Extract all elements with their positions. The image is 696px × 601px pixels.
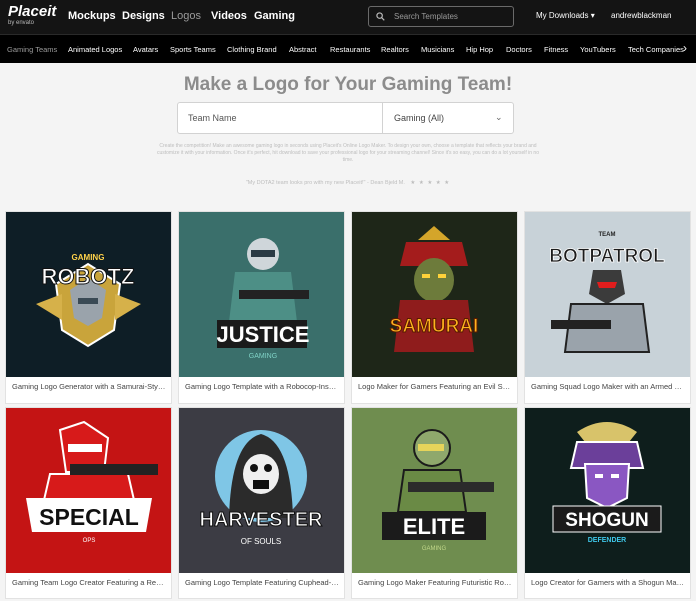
template-card[interactable]: SAMURAI Logo Maker for Gamers Featuring … (351, 211, 518, 404)
template-caption[interactable]: Gaming Logo Maker Featuring Futuristic R… (358, 578, 513, 587)
template-caption[interactable]: Gaming Team Logo Creator Featuring a Red… (12, 578, 167, 587)
review-line: "My DOTA2 team looks pro with my new Pla… (0, 180, 696, 186)
logo-text: ELITE (403, 514, 465, 539)
shogun-mask-mascot-icon: SHOGUN DEFENDER (525, 408, 690, 573)
subnav-restaurants[interactable]: Restaurants (330, 45, 370, 54)
template-card[interactable]: SPECIAL OPS Gaming Team Logo Creator Fea… (5, 407, 172, 599)
subnav-abstract[interactable]: Abstract (289, 45, 317, 54)
hero-description: Create the competition! Make an awesome … (156, 143, 539, 163)
subnav-realtors[interactable]: Realtors (381, 45, 409, 54)
template-card[interactable]: GAMING ROBOTZ Gaming Logo Generator with… (5, 211, 172, 404)
logo-text: JUSTICE (217, 322, 310, 347)
template-caption[interactable]: Logo Maker for Gamers Featuring an Evil … (358, 382, 513, 391)
template-card[interactable]: HARVESTER OF SOULS Gaming Logo Template … (178, 407, 345, 599)
my-downloads-menu[interactable]: My Downloads ▾ (536, 11, 595, 20)
template-caption[interactable]: Gaming Logo Template Featuring Cuphead-I… (185, 578, 340, 587)
search-placeholder: Search Templates (394, 12, 458, 21)
robot-mascot-icon: GAMING ROBOTZ (6, 212, 171, 377)
subnav-hip-hop[interactable]: Hip Hop (466, 45, 493, 54)
red-robot-mascot-icon: SPECIAL OPS (6, 408, 171, 573)
template-caption[interactable]: Logo Creator for Gamers with a Shogun Ma… (531, 578, 686, 587)
logo-sub-text: TEAM (599, 232, 616, 238)
nav-mockups[interactable]: Mockups (68, 10, 116, 22)
reaper-mascot-icon: HARVESTER OF SOULS (179, 408, 344, 573)
logo-sub-text: OPS (83, 538, 96, 544)
template-thumbnail[interactable]: GAMING ROBOTZ (6, 212, 171, 377)
nav-designs[interactable]: Designs (122, 10, 165, 22)
logo-sub-text: OF SOULS (241, 537, 281, 546)
subnav-fitness[interactable]: Fitness (544, 45, 568, 54)
brand-byline: by envato (8, 20, 35, 26)
user-account-menu[interactable]: andrewblackman (611, 11, 671, 20)
brand-name: Placeit (8, 3, 57, 20)
logo-form: Gaming (All) ⌄ (177, 102, 514, 134)
search-icon (376, 12, 385, 21)
team-name-input[interactable] (178, 103, 383, 133)
template-thumbnail[interactable]: ELITE GAMING (352, 408, 517, 573)
chevron-right-icon[interactable]: › (683, 41, 687, 55)
nav-videos[interactable]: Videos (211, 10, 247, 22)
template-caption[interactable]: Gaming Squad Logo Maker with an Armed Me… (531, 382, 686, 391)
subnav-musicians[interactable]: Musicians (421, 45, 454, 54)
template-thumbnail[interactable]: SHOGUN DEFENDER (525, 408, 690, 573)
template-caption[interactable]: Gaming Logo Template with a Robocop-Insp… (185, 382, 340, 391)
logo-text: SAMURAI (390, 316, 479, 337)
template-caption[interactable]: Gaming Logo Generator with a Samurai-Sty… (12, 382, 167, 391)
subnav-clothing-brand[interactable]: Clothing Brand (227, 45, 277, 54)
top-navbar: Placeit by envato Mockups Designs Logos … (0, 0, 696, 34)
template-card[interactable]: SHOGUN DEFENDER Logo Creator for Gamers … (524, 407, 691, 599)
page-title: Make a Logo for Your Gaming Team! (183, 74, 513, 95)
star-rating-icon: ★ ★ ★ ★ ★ (410, 180, 451, 186)
logo-text: HARVESTER (200, 509, 324, 531)
logo-text: BOTPATROL (549, 246, 665, 267)
chevron-down-icon: ⌄ (495, 112, 503, 122)
logo-text: ROBOTZ (42, 264, 135, 289)
logo-text: SHOGUN (565, 510, 648, 531)
robot-soldier-mascot-icon: ELITE GAMING (352, 408, 517, 573)
search-box[interactable]: Search Templates (368, 6, 514, 27)
logo-sub-text: GAMING (422, 546, 447, 552)
subnav-avatars[interactable]: Avatars (133, 45, 158, 54)
template-thumbnail[interactable]: TEAM BOTPATROL (525, 212, 690, 377)
template-thumbnail[interactable]: JUSTICE GAMING (179, 212, 344, 377)
logo-sub-text: GAMING (72, 253, 105, 262)
subnav-youtubers[interactable]: YouTubers (580, 45, 616, 54)
review-quote: "My DOTA2 team looks pro with my new Pla… (245, 180, 405, 186)
armed-mecha-mascot-icon: TEAM BOTPATROL (525, 212, 690, 377)
subnav-tech-companies[interactable]: Tech Companies (628, 45, 684, 54)
samurai-mascot-icon: SAMURAI (352, 212, 517, 377)
logo-sub-text: GAMING (249, 353, 277, 360)
subnav-animated-logos[interactable]: Animated Logos (68, 45, 122, 54)
category-select[interactable]: Gaming (All) ⌄ (384, 103, 513, 133)
subnav-sports-teams[interactable]: Sports Teams (170, 45, 216, 54)
logo-text: SPECIAL (39, 504, 139, 530)
robocop-mascot-icon: JUSTICE GAMING (179, 212, 344, 377)
category-subnav: Gaming Teams Animated Logos Avatars Spor… (0, 34, 696, 63)
category-select-value: Gaming (All) (394, 113, 445, 123)
subnav-doctors[interactable]: Doctors (506, 45, 532, 54)
template-thumbnail[interactable]: HARVESTER OF SOULS (179, 408, 344, 573)
template-thumbnail[interactable]: SAMURAI (352, 212, 517, 377)
template-card[interactable]: JUSTICE GAMING Gaming Logo Template with… (178, 211, 345, 404)
nav-gaming[interactable]: Gaming (254, 10, 295, 22)
placeit-logo[interactable]: Placeit by envato (8, 4, 56, 27)
subnav-gaming-teams[interactable]: Gaming Teams (7, 45, 57, 54)
logo-sub-text: DEFENDER (588, 537, 627, 544)
template-thumbnail[interactable]: SPECIAL OPS (6, 408, 171, 573)
template-card[interactable]: ELITE GAMING Gaming Logo Maker Featuring… (351, 407, 518, 599)
nav-logos[interactable]: Logos (171, 10, 201, 22)
template-card[interactable]: TEAM BOTPATROL Gaming Squad Logo Maker w… (524, 211, 691, 404)
